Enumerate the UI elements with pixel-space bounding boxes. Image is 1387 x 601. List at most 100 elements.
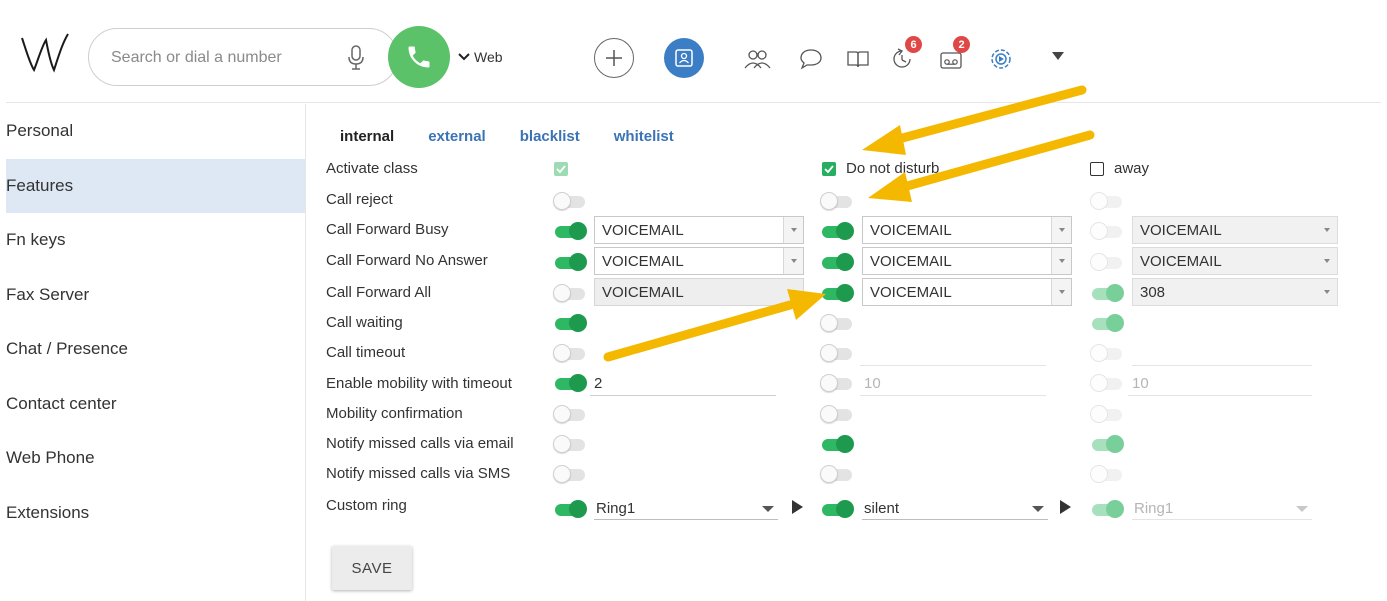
call-waiting-toggle-col1[interactable] bbox=[553, 314, 587, 332]
input-value: 2 bbox=[594, 375, 603, 392]
chevron-down-icon bbox=[783, 279, 803, 305]
call-reject-toggle-col1[interactable] bbox=[553, 192, 587, 210]
call-waiting-toggle-col3[interactable] bbox=[1090, 314, 1124, 332]
save-button[interactable]: SAVE bbox=[332, 546, 412, 590]
search-input[interactable] bbox=[111, 47, 331, 69]
forward-busy-select-col3[interactable]: VOICEMAIL bbox=[1132, 216, 1338, 244]
chevron-down-icon bbox=[1317, 279, 1337, 305]
input-value: 10 bbox=[1132, 375, 1149, 392]
call-reject-toggle-col2[interactable] bbox=[820, 192, 854, 210]
select-value: VOICEMAIL bbox=[602, 253, 684, 270]
notify-email-toggle-col3[interactable] bbox=[1090, 435, 1124, 453]
tab-internal[interactable]: internal bbox=[340, 128, 394, 145]
call-timeout-toggle-col1[interactable] bbox=[553, 344, 587, 362]
tab-blacklist[interactable]: blacklist bbox=[520, 128, 580, 145]
dnd-checkbox[interactable] bbox=[822, 162, 836, 176]
call-timeout-input-col3[interactable] bbox=[1132, 342, 1312, 366]
forward-all-select-col2[interactable]: VOICEMAIL bbox=[862, 278, 1072, 306]
play-ring-icon[interactable] bbox=[792, 500, 803, 514]
device-select[interactable]: Web bbox=[458, 49, 503, 65]
mobility-confirmation-toggle-col1[interactable] bbox=[553, 405, 587, 423]
call-timeout-toggle-col3[interactable] bbox=[1090, 344, 1124, 362]
sidebar-item-label: Fn keys bbox=[6, 230, 66, 249]
sidebar-item-extensions[interactable]: Extensions bbox=[6, 486, 305, 541]
forward-no-answer-toggle-col1[interactable] bbox=[553, 253, 587, 271]
forward-busy-select-col1[interactable]: VOICEMAIL bbox=[594, 216, 804, 244]
away-checkbox[interactable] bbox=[1090, 162, 1104, 176]
mobility-timeout-input-col1[interactable]: 2 bbox=[590, 372, 776, 396]
forward-no-answer-select-col3[interactable]: VOICEMAIL bbox=[1132, 247, 1338, 275]
sidebar-item-label: Web Phone bbox=[6, 448, 95, 467]
forward-busy-toggle-col2[interactable] bbox=[820, 222, 854, 240]
mobility-confirmation-toggle-col3[interactable] bbox=[1090, 405, 1124, 423]
forward-busy-select-col2[interactable]: VOICEMAIL bbox=[862, 216, 1072, 244]
notify-sms-toggle-col3[interactable] bbox=[1090, 465, 1124, 483]
call-timeout-input-col2[interactable] bbox=[860, 342, 1046, 366]
forward-no-answer-select-col1[interactable]: VOICEMAIL bbox=[594, 247, 804, 275]
users-icon[interactable] bbox=[742, 44, 772, 74]
sidebar-item-chat-presence[interactable]: Chat / Presence bbox=[6, 322, 305, 377]
plus-icon bbox=[606, 50, 622, 66]
forward-no-answer-toggle-col3[interactable] bbox=[1090, 253, 1124, 271]
forward-all-toggle-col3[interactable] bbox=[1090, 284, 1124, 302]
call-timeout-toggle-col2[interactable] bbox=[820, 344, 854, 362]
sidebar-item-fn-keys[interactable]: Fn keys bbox=[6, 213, 305, 268]
play-ring-icon[interactable] bbox=[1060, 500, 1071, 514]
forward-busy-toggle-col1[interactable] bbox=[553, 222, 587, 240]
input-value: 10 bbox=[864, 375, 881, 392]
forward-all-toggle-col2[interactable] bbox=[820, 284, 854, 302]
settings-gear-icon[interactable] bbox=[986, 44, 1016, 74]
notify-sms-toggle-col1[interactable] bbox=[553, 465, 587, 483]
voicemail-icon[interactable]: 2 bbox=[936, 36, 970, 74]
chevron-down-icon bbox=[1317, 248, 1337, 274]
sidebar-item-personal[interactable]: Personal bbox=[6, 104, 305, 159]
sidebar-item-fax-server[interactable]: Fax Server bbox=[6, 268, 305, 323]
call-button[interactable] bbox=[388, 26, 450, 88]
mobility-toggle-col2[interactable] bbox=[820, 374, 854, 392]
call-history-icon[interactable]: 6 bbox=[888, 36, 922, 74]
forward-busy-toggle-col3[interactable] bbox=[1090, 222, 1124, 240]
select-value: VOICEMAIL bbox=[870, 284, 952, 301]
select-value: VOICEMAIL bbox=[602, 222, 684, 239]
away-label: away bbox=[1114, 160, 1150, 177]
contact-card-button[interactable] bbox=[664, 38, 704, 78]
notify-email-toggle-col1[interactable] bbox=[553, 435, 587, 453]
sidebar-item-label: Contact center bbox=[6, 393, 117, 413]
sidebar-item-web-phone[interactable]: Web Phone bbox=[6, 431, 305, 486]
custom-ring-toggle-col1[interactable] bbox=[553, 500, 587, 518]
tab-whitelist[interactable]: whitelist bbox=[614, 128, 674, 145]
forward-all-toggle-col1[interactable] bbox=[553, 284, 587, 302]
label-call-forward-busy: Call Forward Busy bbox=[326, 221, 449, 238]
dnd-label: Do not disturb bbox=[846, 160, 940, 177]
forward-no-answer-toggle-col2[interactable] bbox=[820, 253, 854, 271]
label-call-timeout: Call timeout bbox=[326, 344, 406, 361]
chat-icon[interactable] bbox=[796, 44, 826, 74]
forward-no-answer-select-col2[interactable]: VOICEMAIL bbox=[862, 247, 1072, 275]
custom-ring-select-col2[interactable]: silent bbox=[862, 496, 1048, 520]
sidebar-item-contact-center[interactable]: Contact center bbox=[6, 377, 305, 432]
label-call-forward-all: Call Forward All bbox=[326, 284, 432, 301]
forward-all-select-col3[interactable]: 308 bbox=[1132, 278, 1338, 306]
custom-ring-toggle-col2[interactable] bbox=[820, 500, 854, 518]
mobility-toggle-col3[interactable] bbox=[1090, 374, 1124, 392]
custom-ring-select-col3[interactable]: Ring1 bbox=[1132, 496, 1312, 520]
microphone-icon[interactable] bbox=[347, 45, 365, 71]
app-logo bbox=[21, 33, 69, 73]
add-button[interactable] bbox=[594, 38, 634, 78]
tab-external[interactable]: external bbox=[428, 128, 486, 145]
sidebar-item-features[interactable]: Features bbox=[6, 158, 305, 213]
call-reject-toggle-col3[interactable] bbox=[1090, 192, 1124, 210]
mobility-timeout-input-col3[interactable]: 10 bbox=[1128, 372, 1312, 396]
mobility-confirmation-toggle-col2[interactable] bbox=[820, 405, 854, 423]
custom-ring-toggle-col3[interactable] bbox=[1090, 500, 1124, 518]
mobility-toggle-col1[interactable] bbox=[553, 374, 587, 392]
activate-class-checkbox-col1[interactable] bbox=[554, 162, 568, 176]
notify-email-toggle-col2[interactable] bbox=[820, 435, 854, 453]
more-menu-icon[interactable] bbox=[1052, 52, 1064, 60]
call-waiting-toggle-col2[interactable] bbox=[820, 314, 854, 332]
forward-all-select-col1[interactable]: VOICEMAIL bbox=[594, 278, 804, 306]
custom-ring-select-col1[interactable]: Ring1 bbox=[594, 496, 778, 520]
mobility-timeout-input-col2[interactable]: 10 bbox=[860, 372, 1046, 396]
notify-sms-toggle-col2[interactable] bbox=[820, 465, 854, 483]
book-icon[interactable] bbox=[843, 44, 873, 74]
